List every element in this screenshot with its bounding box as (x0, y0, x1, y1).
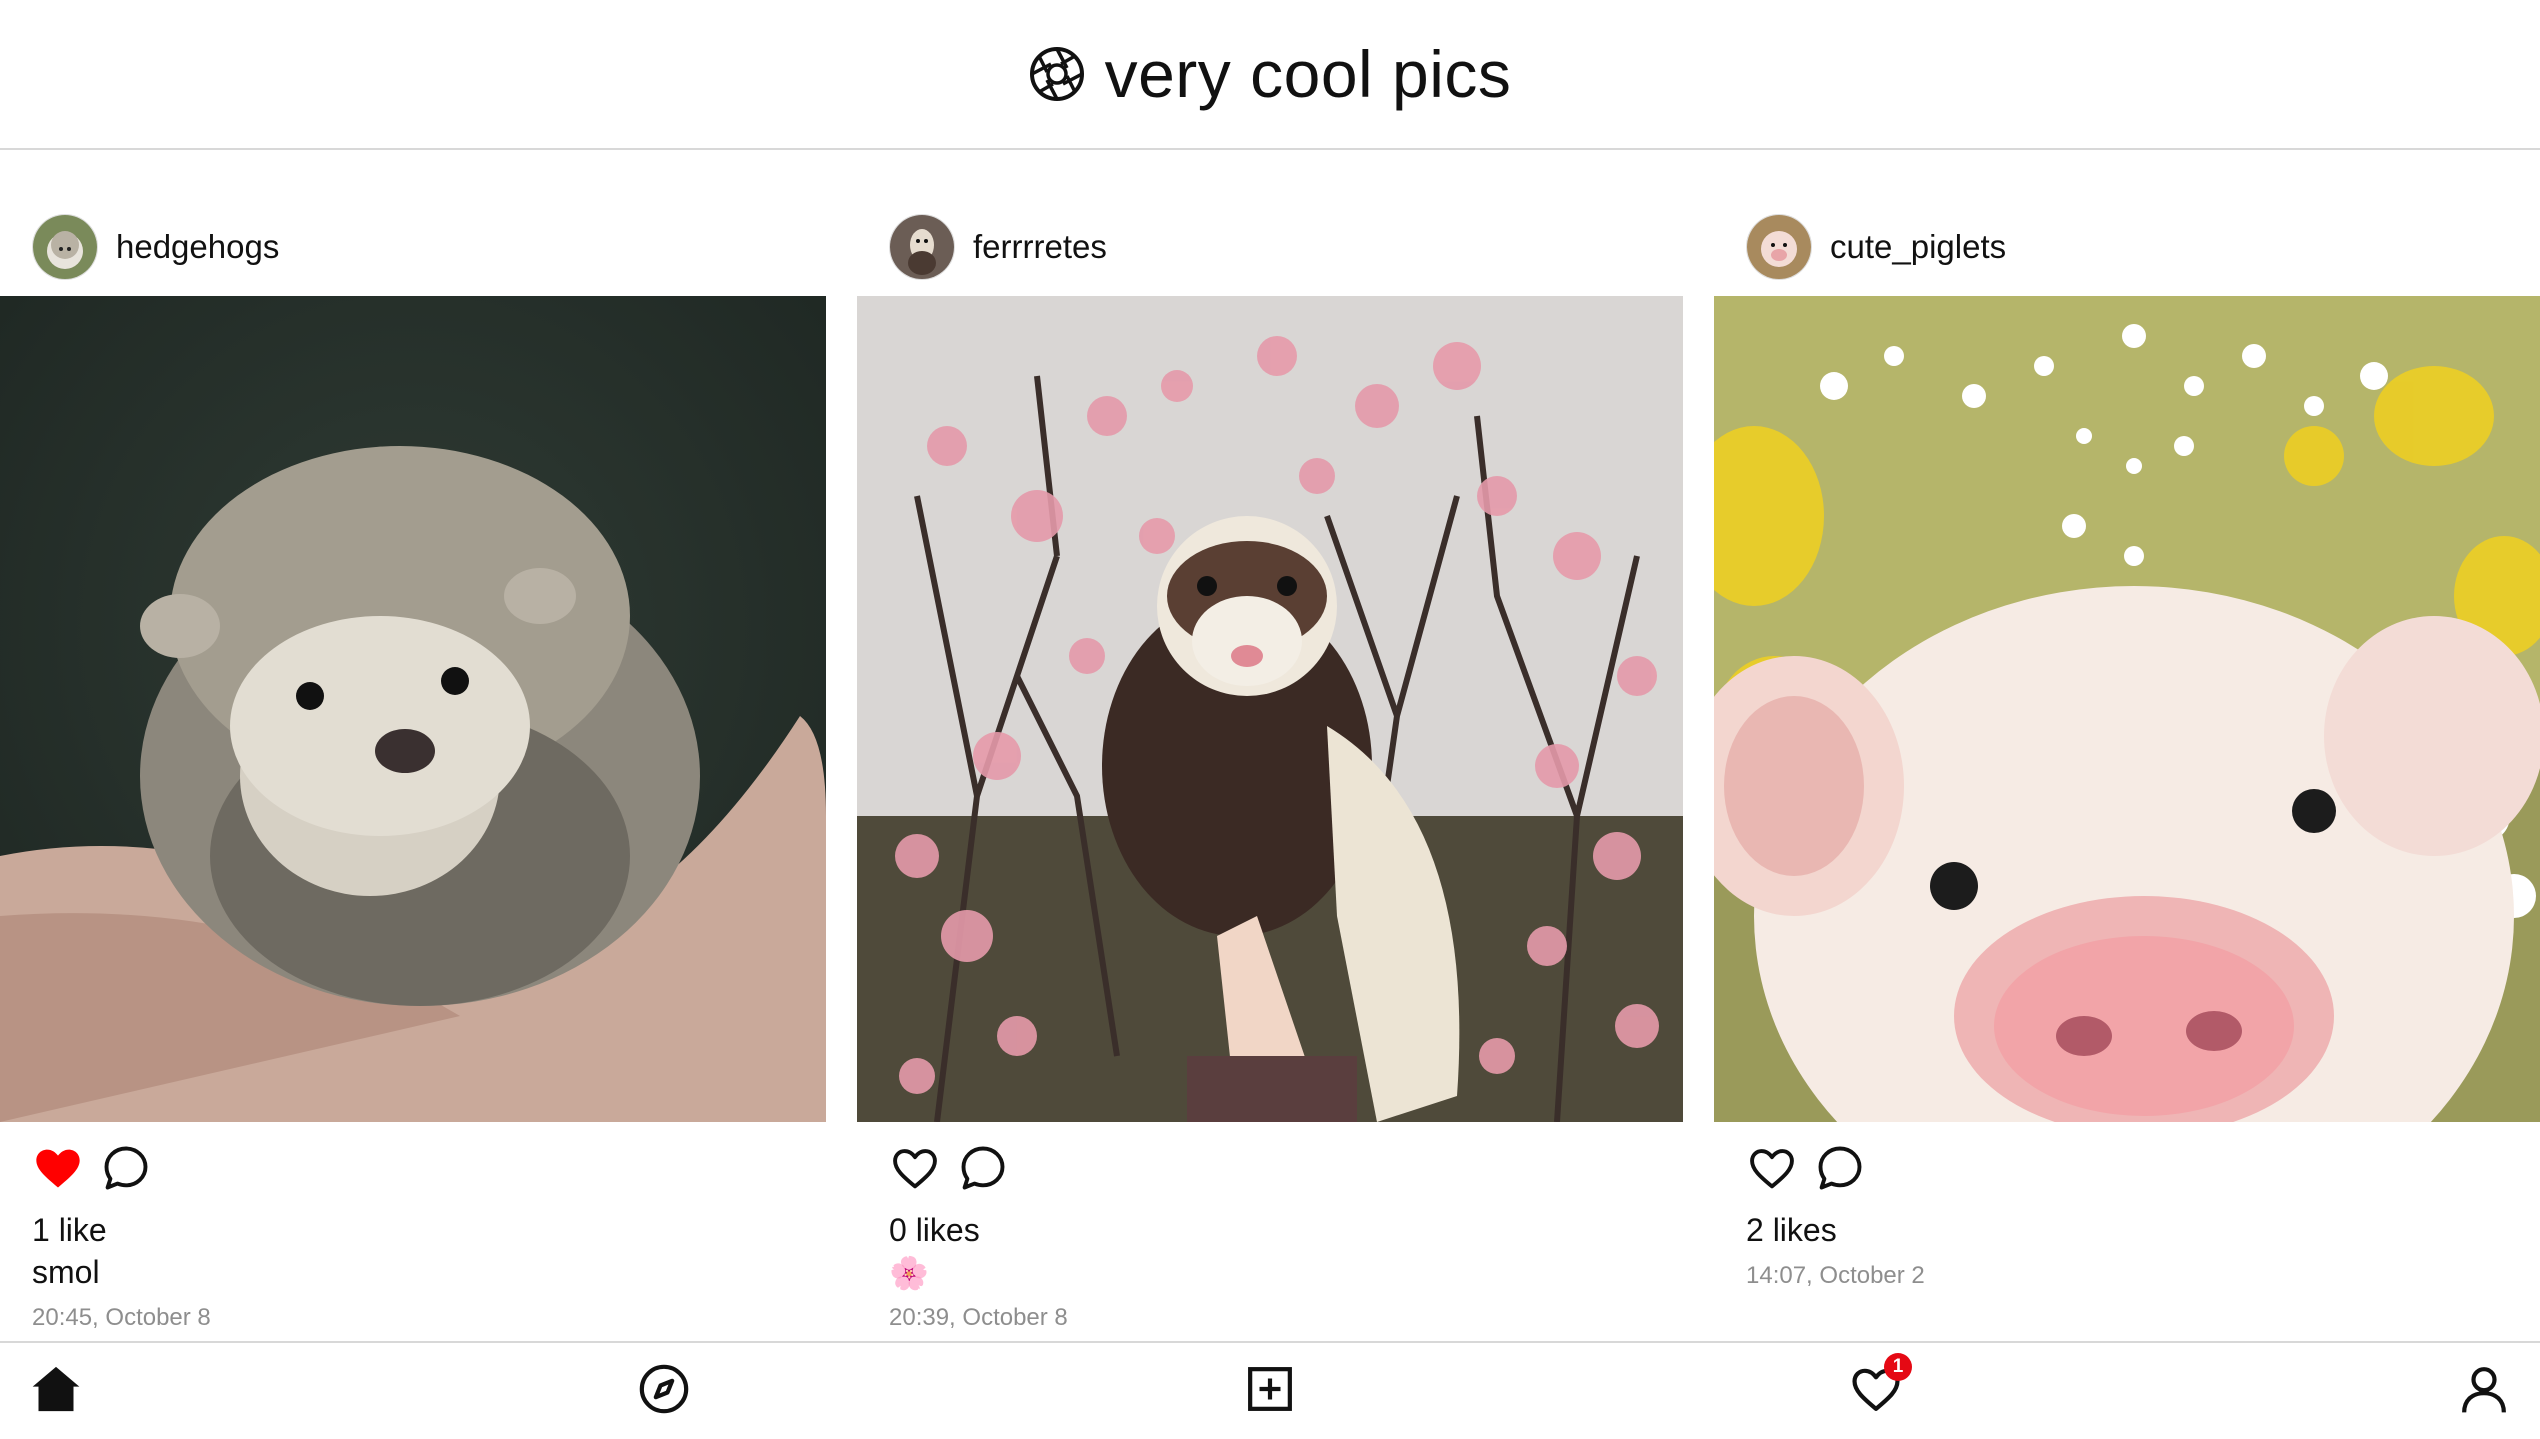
post-timestamp: 14:07, October 2 (1746, 1262, 1925, 1289)
nav-new-post[interactable] (1242, 1361, 1298, 1417)
camera-aperture-icon (1029, 47, 1084, 101)
post-photo[interactable] (1714, 296, 2540, 1122)
post-caption: smol (32, 1254, 100, 1290)
post-card: ferrrretes 0 likes 🌸 20:39, October 8 (857, 152, 1683, 1342)
comment-icon[interactable] (957, 1142, 1009, 1194)
post-actions (32, 1142, 152, 1194)
like-heart-icon[interactable] (889, 1142, 941, 1194)
nav-explore[interactable] (636, 1361, 692, 1417)
post-timestamp: 20:39, October 8 (889, 1304, 1068, 1331)
post-card: cute_piglets 2 likes 14:07, October 2 (1714, 152, 2540, 1342)
likes-count[interactable]: 2 likes (1746, 1212, 1837, 1249)
username[interactable]: ferrrretes (973, 228, 1107, 266)
post-actions (889, 1142, 1009, 1194)
new-post-icon (1248, 1367, 1292, 1411)
post-header: cute_piglets (1714, 212, 2006, 282)
post-photo[interactable] (0, 296, 826, 1122)
profile-icon (2462, 1367, 2506, 1413)
post-timestamp: 20:45, October 8 (32, 1304, 211, 1331)
like-heart-icon[interactable] (1746, 1142, 1798, 1194)
explore-compass-icon (639, 1364, 689, 1414)
post-photo[interactable] (857, 296, 1683, 1122)
nav-profile[interactable] (2456, 1361, 2512, 1417)
comment-icon[interactable] (1814, 1142, 1866, 1194)
bottom-nav: 1 (0, 1341, 2540, 1439)
avatar[interactable] (889, 214, 955, 280)
nav-activity[interactable]: 1 (1848, 1353, 1912, 1417)
post-header: ferrrretes (857, 212, 1107, 282)
post-caption: 🌸 (889, 1255, 929, 1291)
avatar[interactable] (32, 214, 98, 280)
app-title: very cool pics (1104, 37, 1512, 111)
notification-badge: 1 (1884, 1353, 1912, 1381)
brand[interactable]: very cool pics (1029, 36, 1512, 112)
username[interactable]: hedgehogs (116, 228, 279, 266)
likes-count[interactable]: 0 likes (889, 1212, 980, 1249)
like-heart-icon[interactable] (32, 1142, 84, 1194)
nav-home[interactable] (28, 1361, 84, 1417)
avatar[interactable] (1746, 214, 1812, 280)
feed: hedgehogs 1 like smol 20:45, October 8 f… (0, 152, 2540, 1342)
post-header: hedgehogs (0, 212, 279, 282)
home-icon (32, 1366, 80, 1412)
comment-icon[interactable] (100, 1142, 152, 1194)
post-actions (1746, 1142, 1866, 1194)
username[interactable]: cute_piglets (1830, 228, 2006, 266)
likes-count[interactable]: 1 like (32, 1212, 107, 1249)
post-card: hedgehogs 1 like smol 20:45, October 8 (0, 152, 826, 1342)
app-header: very cool pics (0, 0, 2540, 150)
